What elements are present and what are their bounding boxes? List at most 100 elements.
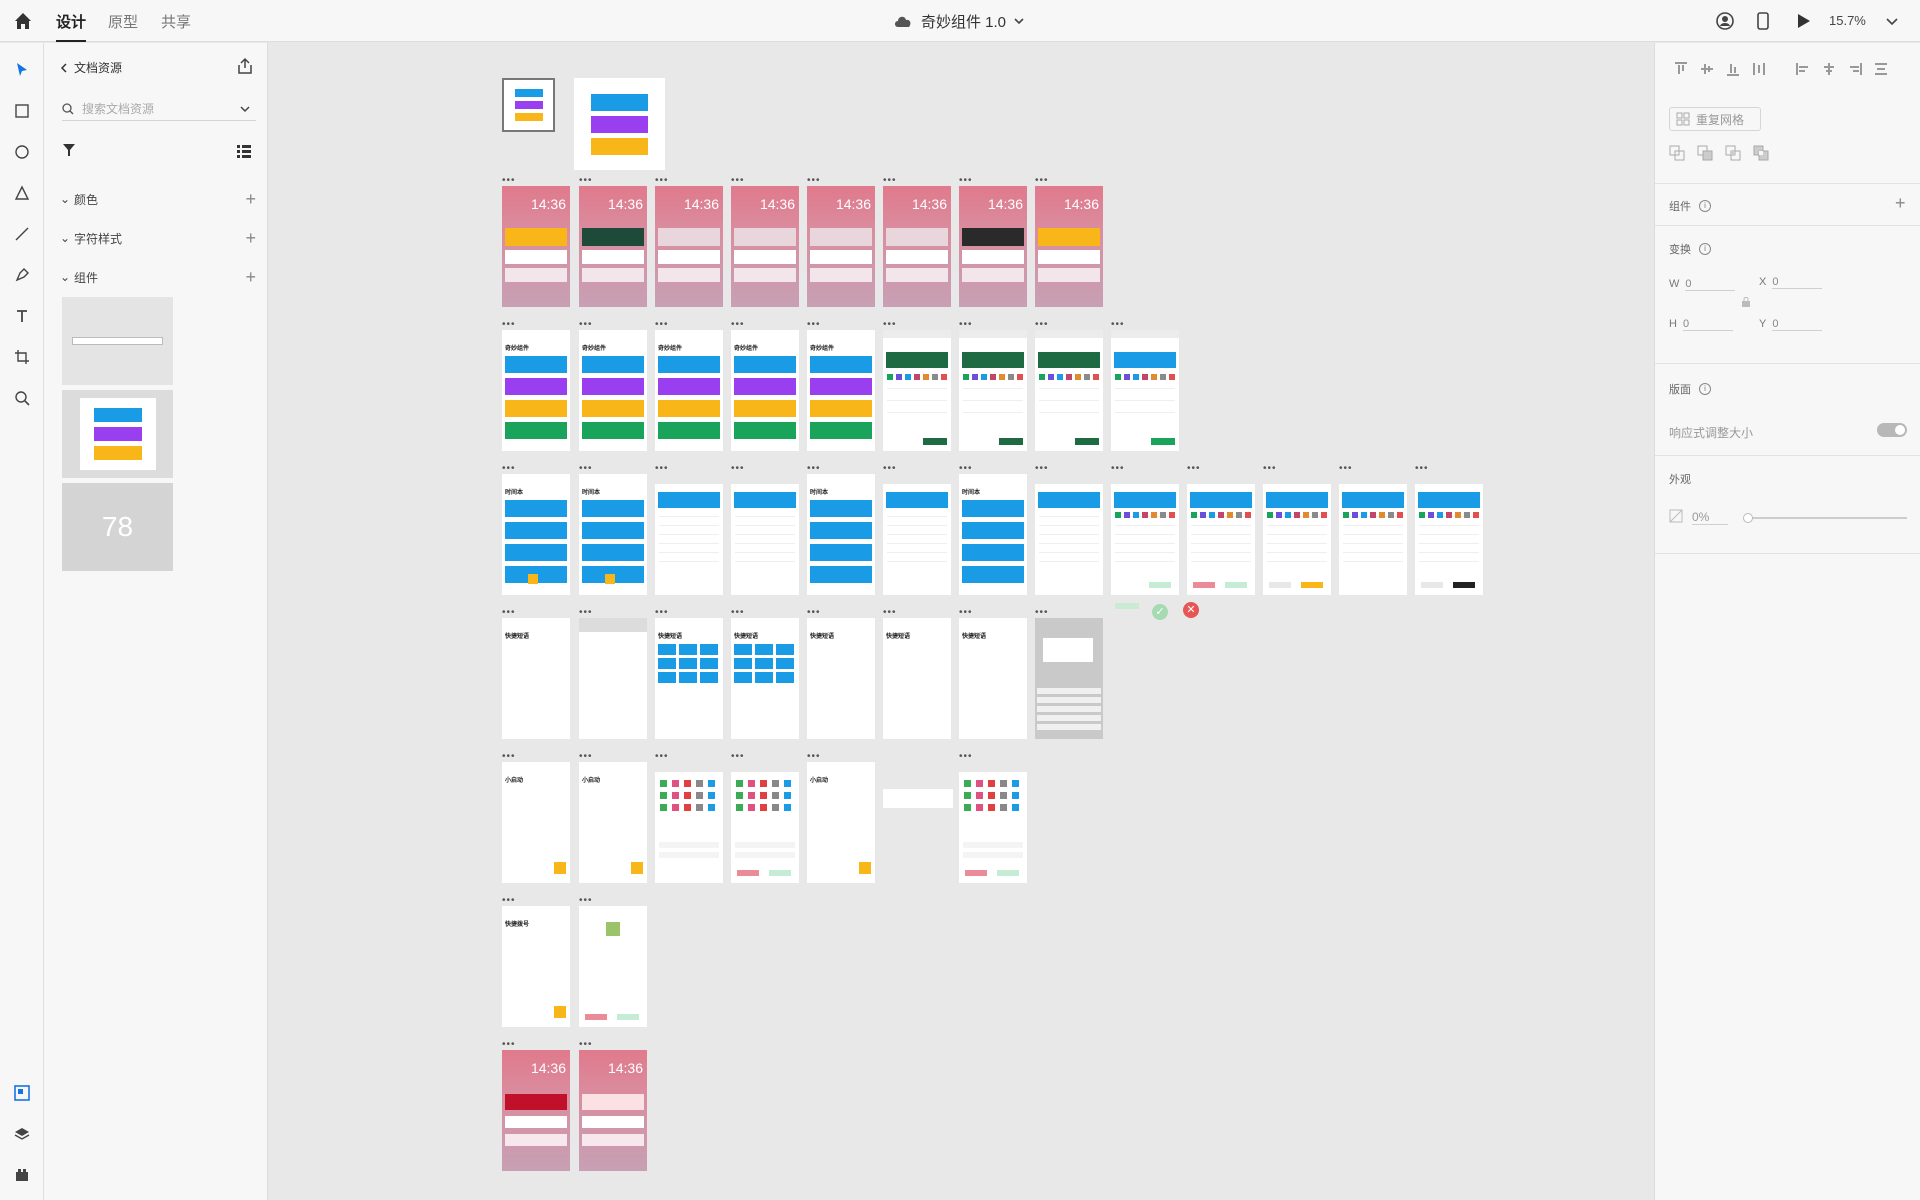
artboard-menu-icon[interactable]: ••• xyxy=(883,464,897,474)
artboard-menu-icon[interactable]: ••• xyxy=(1111,320,1125,330)
component-thumbnail-2[interactable] xyxy=(62,390,173,478)
quick-dial-artboard[interactable]: ••• 快捷拨号 xyxy=(502,896,570,1027)
share-export-icon[interactable] xyxy=(236,57,254,75)
align-top-icon[interactable] xyxy=(1673,61,1689,77)
height-value[interactable]: 0 xyxy=(1682,318,1733,331)
x-value[interactable]: 0 xyxy=(1772,276,1823,289)
component-thumbnail-1[interactable] xyxy=(62,297,173,385)
tab-prototype[interactable]: 原型 xyxy=(108,11,138,32)
align-left-icon[interactable] xyxy=(1795,61,1811,77)
chevron-down-icon[interactable] xyxy=(240,105,250,113)
lockscreen-artboard[interactable]: ••• 14:36 xyxy=(883,176,951,307)
component-thumbnail-count[interactable]: 78 xyxy=(62,483,173,571)
width-value[interactable]: 0 xyxy=(1685,278,1736,291)
artboard-menu-icon[interactable]: ••• xyxy=(1035,176,1049,186)
mini-launch-artboard[interactable]: ••• xyxy=(731,752,799,883)
lockscreen-artboard[interactable]: ••• 14:36 xyxy=(579,1040,647,1171)
artboard-menu-icon[interactable]: ••• xyxy=(579,176,593,186)
artboard-menu-icon[interactable]: ••• xyxy=(883,176,897,186)
artboard-menu-icon[interactable]: ••• xyxy=(655,176,669,186)
component-master-large[interactable] xyxy=(574,78,665,170)
mini-launch-artboard[interactable]: ••• xyxy=(655,752,723,883)
artboard-menu-icon[interactable]: ••• xyxy=(731,464,745,474)
quick-phrase-artboard[interactable]: ••• xyxy=(579,608,647,739)
wonder-component-artboard[interactable]: ••• 奇妙组件 xyxy=(502,320,570,451)
wonder-component-artboard[interactable]: ••• 奇妙组件 xyxy=(579,320,647,451)
text-tool-icon[interactable] xyxy=(11,305,33,327)
artboard-menu-icon[interactable]: ••• xyxy=(807,464,821,474)
cancel-icon[interactable]: ✕ xyxy=(1183,602,1199,618)
timebook-artboard[interactable]: ••• 时间本 xyxy=(579,464,647,595)
timebook-artboard[interactable]: ••• xyxy=(1187,464,1255,595)
zoom-chevron-down-icon[interactable] xyxy=(1882,11,1902,31)
tab-design[interactable]: 设计 xyxy=(56,11,87,42)
mini-launch-artboard[interactable]: ••• 小启动 xyxy=(502,752,570,883)
align-bottom-icon[interactable] xyxy=(1725,61,1741,77)
wonder-component-artboard[interactable]: ••• 奇妙组件 xyxy=(655,320,723,451)
timebook-artboard[interactable]: ••• 时间本 xyxy=(502,464,570,595)
boolean-add-icon[interactable] xyxy=(1669,145,1685,161)
artboard-tool-icon[interactable] xyxy=(11,346,33,368)
artboard-menu-icon[interactable]: ••• xyxy=(959,320,973,330)
rectangle-tool-icon[interactable] xyxy=(11,100,33,122)
section-character-styles[interactable]: ⌄ 字符样式 + xyxy=(60,228,256,248)
y-field[interactable]: Y0 xyxy=(1759,318,1823,331)
artboard-menu-icon[interactable]: ••• xyxy=(807,608,821,618)
line-tool-icon[interactable] xyxy=(11,223,33,245)
lockscreen-artboard[interactable]: ••• 14:36 xyxy=(655,176,723,307)
section-components[interactable]: ⌄ 组件 + xyxy=(60,267,256,287)
device-preview-icon[interactable] xyxy=(1753,11,1773,31)
timebook-artboard[interactable]: ••• xyxy=(1415,464,1483,595)
quick-phrase-artboard[interactable]: ••• 快捷短语 xyxy=(807,608,875,739)
add-character-style-icon[interactable]: + xyxy=(245,228,256,249)
mini-launch-artboard[interactable]: ••• 小启动 xyxy=(579,752,647,883)
artboard-menu-icon[interactable]: ••• xyxy=(807,320,821,330)
artboard-menu-icon[interactable]: ••• xyxy=(502,320,516,330)
artboard-menu-icon[interactable]: ••• xyxy=(1035,608,1049,618)
section-colors[interactable]: ⌄ 颜色 + xyxy=(60,189,256,209)
add-component-icon[interactable]: + xyxy=(245,267,256,288)
home-icon[interactable] xyxy=(12,10,34,32)
filter-icon[interactable] xyxy=(62,143,76,157)
artboard-menu-icon[interactable]: ••• xyxy=(1035,464,1049,474)
boolean-exclude-icon[interactable] xyxy=(1753,145,1769,161)
artboard-menu-icon[interactable]: ••• xyxy=(502,1040,516,1050)
quick-phrase-artboard[interactable]: ••• 快捷短语 xyxy=(731,608,799,739)
lockscreen-artboard[interactable]: ••• 14:36 xyxy=(731,176,799,307)
timebook-artboard[interactable]: ••• xyxy=(655,464,723,595)
artboard-menu-icon[interactable]: ••• xyxy=(579,608,593,618)
artboard-menu-icon[interactable]: ••• xyxy=(959,752,973,762)
artboard-menu-icon[interactable]: ••• xyxy=(1415,464,1429,474)
icon-strip[interactable] xyxy=(883,789,953,808)
timebook-artboard[interactable]: ••• xyxy=(883,464,951,595)
lockscreen-artboard[interactable]: ••• 14:36 xyxy=(1035,176,1103,307)
wonder-component-artboard[interactable]: ••• 奇妙组件 xyxy=(731,320,799,451)
mini-launch-artboard[interactable]: ••• 小启动 xyxy=(807,752,875,883)
align-right-icon[interactable] xyxy=(1847,61,1863,77)
timebook-artboard[interactable]: ••• xyxy=(1263,464,1331,595)
artboard-menu-icon[interactable]: ••• xyxy=(1339,464,1353,474)
lockscreen-artboard[interactable]: ••• 14:36 xyxy=(502,176,570,307)
artboard-menu-icon[interactable]: ••• xyxy=(731,320,745,330)
quick-dial-edit-artboard[interactable]: ••• xyxy=(579,896,647,1027)
artboard-menu-icon[interactable]: ••• xyxy=(655,752,669,762)
artboard-menu-icon[interactable]: ••• xyxy=(883,608,897,618)
artboard-menu-icon[interactable]: ••• xyxy=(731,752,745,762)
timebook-artboard[interactable]: ••• xyxy=(731,464,799,595)
design-canvas[interactable]: ••• 14:36 ••• 14:36 ••• 14:36 ••• 14:36 ••• 14:36… xyxy=(269,43,1654,1200)
list-view-icon[interactable] xyxy=(236,143,252,159)
info-icon[interactable]: i xyxy=(1699,383,1711,395)
artboard-menu-icon[interactable]: ••• xyxy=(959,176,973,186)
quick-phrase-artboard[interactable]: ••• xyxy=(1035,608,1103,739)
zoom-level[interactable]: 15.7% xyxy=(1829,13,1866,28)
artboard-menu-icon[interactable]: ••• xyxy=(959,608,973,618)
artboard-menu-icon[interactable]: ••• xyxy=(502,896,516,906)
responsive-resize-toggle[interactable] xyxy=(1877,423,1907,437)
lockscreen-artboard[interactable]: ••• 14:36 xyxy=(959,176,1027,307)
artboard-menu-icon[interactable]: ••• xyxy=(502,464,516,474)
timebook-artboard[interactable]: ••• xyxy=(1035,464,1103,595)
artboard-menu-icon[interactable]: ••• xyxy=(1187,464,1201,474)
polygon-tool-icon[interactable] xyxy=(11,182,33,204)
quick-phrase-artboard[interactable]: ••• 快捷短语 xyxy=(883,608,951,739)
artboard-menu-icon[interactable]: ••• xyxy=(502,608,516,618)
